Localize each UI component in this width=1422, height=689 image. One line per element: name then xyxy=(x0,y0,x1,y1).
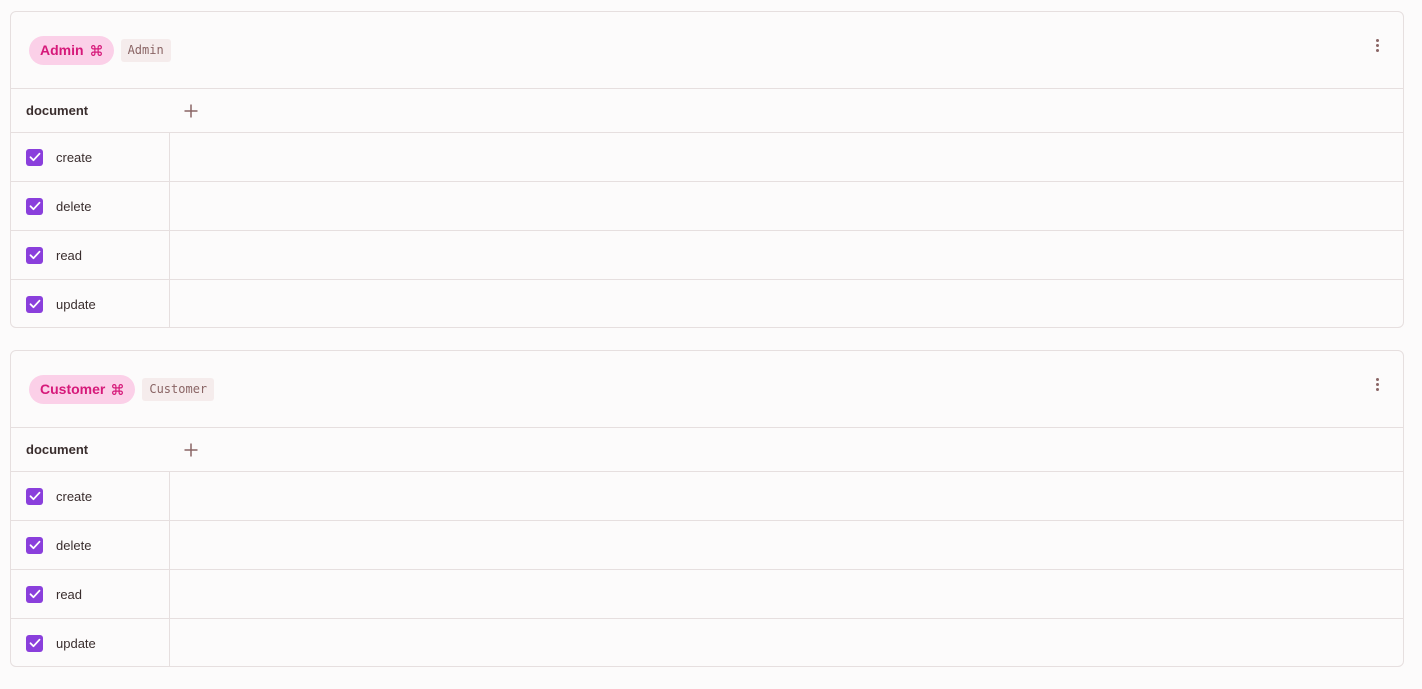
permission-checkbox[interactable] xyxy=(26,246,43,264)
permission-label: delete xyxy=(56,537,92,553)
permission-label: update xyxy=(56,635,96,651)
permission-label: update xyxy=(56,296,96,312)
add-permission-button[interactable] xyxy=(179,99,203,123)
more-vertical-icon[interactable] xyxy=(1369,376,1385,392)
permission-label: delete xyxy=(56,198,92,214)
permission-label: create xyxy=(56,488,93,504)
more-vertical-icon[interactable] xyxy=(1369,37,1385,53)
permission-row: read xyxy=(11,570,1403,619)
permission-label: read xyxy=(56,247,83,263)
permission-checkbox[interactable] xyxy=(26,295,43,313)
command-icon xyxy=(90,44,102,56)
check-icon xyxy=(29,250,40,260)
permission-row-fill xyxy=(170,472,1403,520)
permission-row-fill xyxy=(170,231,1403,279)
resource-name: document xyxy=(26,103,89,118)
permission-checkbox[interactable] xyxy=(26,148,43,166)
plus-icon xyxy=(184,104,198,117)
resource-name: document xyxy=(26,442,89,457)
roles-list: Admin Admin document create delete read … xyxy=(10,11,1404,689)
permission-checkbox[interactable] xyxy=(26,487,43,505)
permission-row-fill xyxy=(170,133,1403,181)
permission-row: create xyxy=(11,133,1403,182)
permission-checkbox[interactable] xyxy=(26,197,43,215)
permission-row: update xyxy=(11,280,1403,327)
command-icon xyxy=(112,383,124,395)
role-card-header: Admin Admin xyxy=(11,12,1403,89)
permission-checkbox[interactable] xyxy=(26,536,43,554)
role-code: Customer xyxy=(142,377,215,401)
check-icon xyxy=(29,152,40,162)
permission-checkbox[interactable] xyxy=(26,585,43,603)
add-permission-button[interactable] xyxy=(179,438,203,462)
role-name-badge: Customer xyxy=(29,374,136,404)
permission-row: delete xyxy=(11,521,1403,570)
permission-row: delete xyxy=(11,182,1403,231)
permission-row-fill xyxy=(170,182,1403,230)
role-name-badge: Admin xyxy=(29,35,114,65)
role-card: Admin Admin document create delete read … xyxy=(10,11,1404,328)
role-name: Admin xyxy=(40,42,84,58)
role-card-header: Customer Customer xyxy=(11,351,1403,428)
check-icon xyxy=(29,491,40,501)
permission-label: read xyxy=(56,586,83,602)
check-icon xyxy=(29,299,40,309)
permission-row: update xyxy=(11,619,1403,666)
check-icon xyxy=(29,638,40,648)
permission-checkbox[interactable] xyxy=(26,634,43,652)
permission-row-fill xyxy=(170,619,1403,666)
permission-label: create xyxy=(56,149,93,165)
permission-row-fill xyxy=(170,280,1403,327)
check-icon xyxy=(29,540,40,550)
role-name: Customer xyxy=(40,381,106,397)
check-icon xyxy=(29,201,40,211)
check-icon xyxy=(29,589,40,599)
permission-row: read xyxy=(11,231,1403,280)
role-code: Admin xyxy=(120,38,171,62)
resource-header-row: document xyxy=(11,89,1403,133)
plus-icon xyxy=(184,443,198,456)
permission-row: create xyxy=(11,472,1403,521)
role-card: Customer Customer document create delete… xyxy=(10,350,1404,667)
permission-row-fill xyxy=(170,521,1403,569)
permission-row-fill xyxy=(170,570,1403,618)
resource-header-row: document xyxy=(11,428,1403,472)
